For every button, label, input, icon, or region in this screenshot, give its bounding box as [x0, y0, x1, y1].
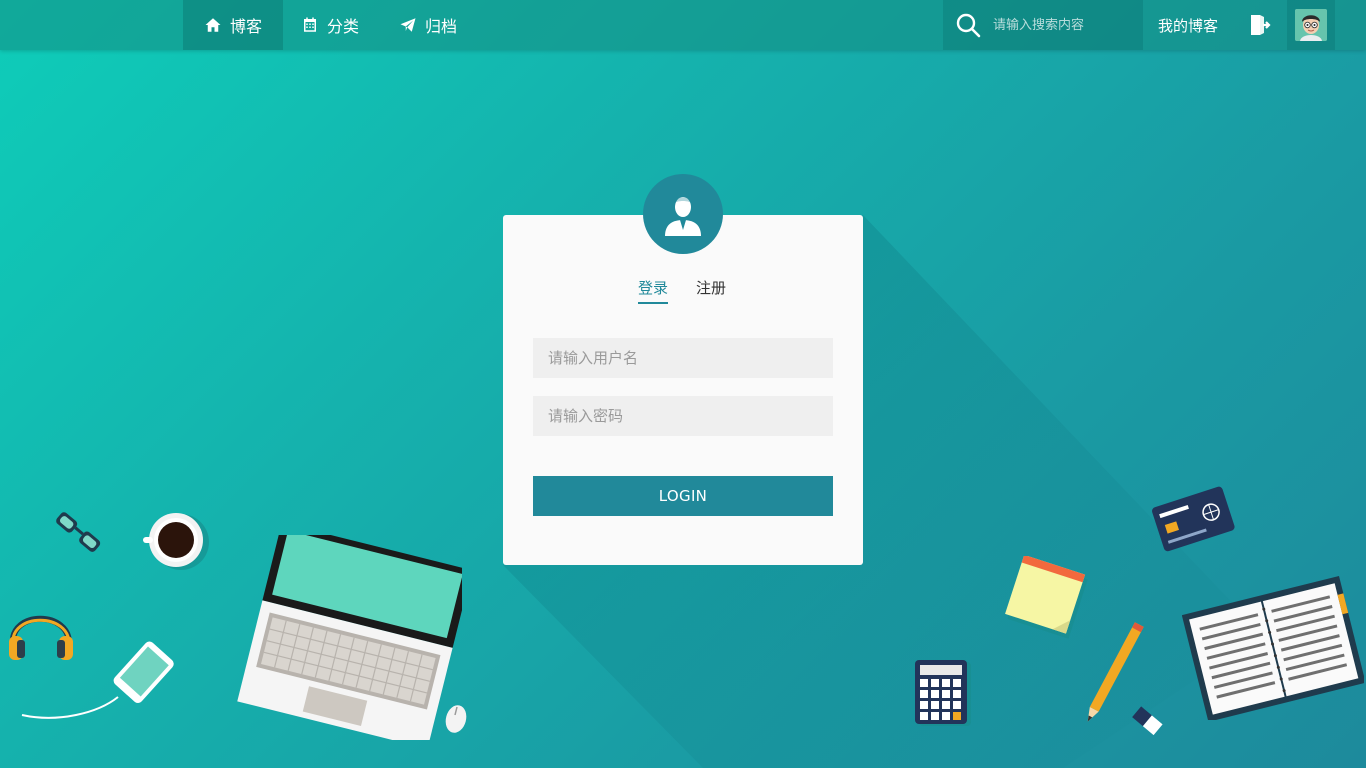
phone-icon — [21, 641, 174, 719]
user-icon — [665, 197, 701, 236]
home-icon — [205, 18, 221, 32]
tab-register[interactable]: 注册 — [696, 277, 726, 302]
nav-item-label: 归档 — [425, 17, 458, 36]
notebook-icon — [1182, 575, 1364, 720]
tab-login[interactable]: 登录 — [638, 277, 669, 304]
sticky-note-icon — [1005, 556, 1088, 639]
calendar-icon — [304, 17, 316, 32]
credit-card-icon — [1152, 486, 1235, 552]
nav-item-label: 分类 — [327, 17, 360, 36]
nav-item-label: 博客 — [229, 17, 262, 36]
logout-icon[interactable] — [1248, 13, 1272, 37]
mouse-icon — [445, 705, 467, 733]
login-avatar — [643, 174, 723, 254]
eraser-icon — [1132, 706, 1163, 736]
nav-item-category[interactable]: 分类 — [301, 0, 359, 50]
login-button[interactable]: LOGIN — [533, 476, 833, 516]
username-input[interactable] — [533, 338, 833, 378]
calculator-icon — [915, 660, 971, 726]
avatar — [1295, 9, 1327, 41]
my-blog-link[interactable]: 我的博客 — [1158, 0, 1218, 50]
top-navbar: 博客 分类 归档 我的博客 — [0, 0, 1366, 50]
coffee-cup-icon — [143, 513, 209, 570]
user-avatar-button[interactable] — [1287, 0, 1335, 50]
search-input[interactable] — [993, 10, 1133, 40]
glasses-icon — [56, 512, 101, 552]
paper-plane-icon — [400, 18, 416, 32]
search-icon[interactable] — [955, 12, 981, 38]
password-input[interactable] — [533, 396, 833, 436]
nav-item-blog[interactable]: 博客 — [183, 0, 283, 50]
search-bar — [943, 0, 1143, 50]
nav-item-archive[interactable]: 归档 — [399, 0, 457, 50]
laptop-icon — [237, 535, 462, 740]
